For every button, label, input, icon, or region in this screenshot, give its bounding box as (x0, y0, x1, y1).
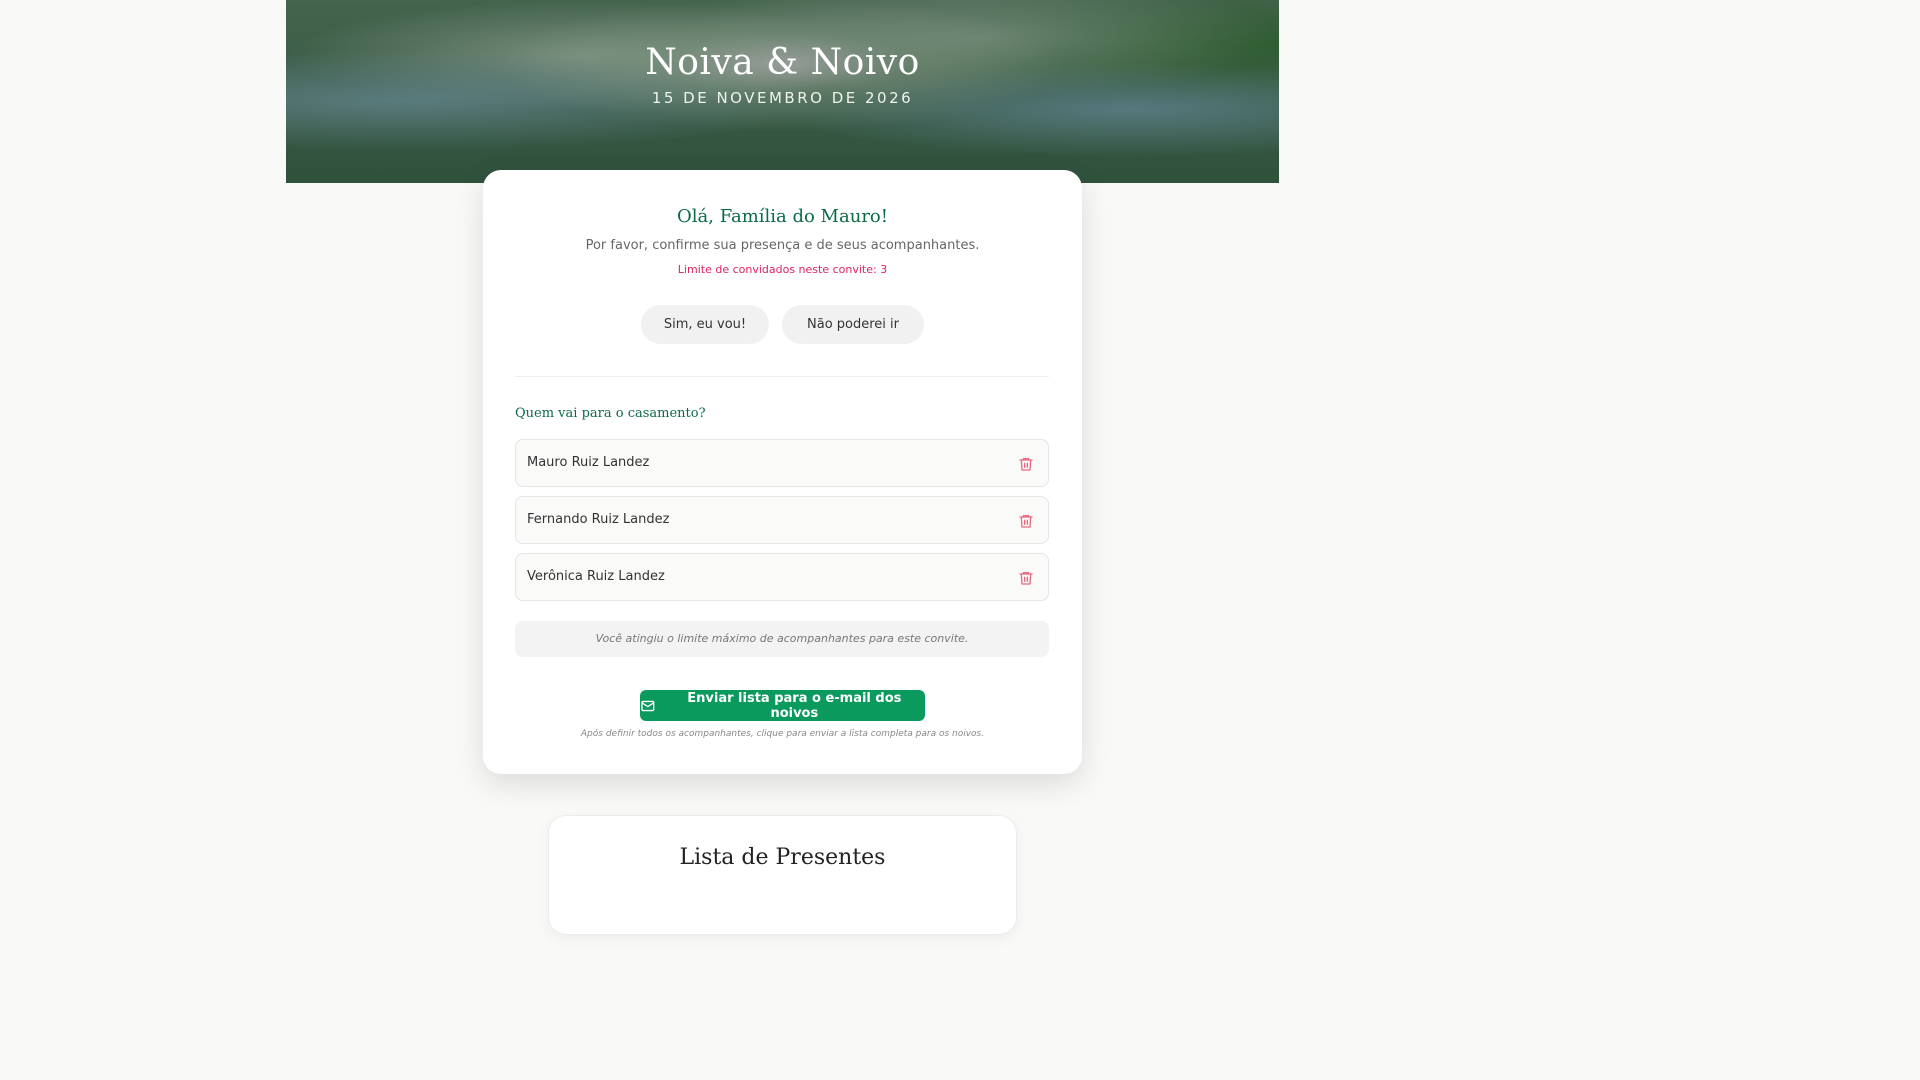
couple-title: Noiva & Noivo (645, 42, 920, 83)
rsvp-subtitle: Por favor, confirme sua presença e de se… (585, 238, 980, 253)
rsvp-card: Olá, Família do Mauro! Por favor, confir… (483, 170, 1082, 774)
send-list-button[interactable]: Enviar lista para o e-mail dos noivos (640, 690, 925, 721)
guest-limit-text: Limite de convidados neste convite: 3 (677, 263, 888, 276)
trash-icon[interactable] (1018, 570, 1034, 586)
guest-name: Verônica Ruiz Landez (527, 569, 665, 584)
guest-row: Fernando Ruiz Landez (515, 496, 1049, 544)
guest-name: Mauro Ruiz Landez (527, 455, 650, 470)
trash-icon[interactable] (1018, 513, 1034, 529)
trash-icon[interactable] (1018, 456, 1034, 472)
wedding-date: 15 DE NOVEMBRO DE 2026 (651, 89, 914, 107)
guest-name: Fernando Ruiz Landez (527, 512, 670, 527)
mail-icon (641, 700, 655, 711)
greeting-title: Olá, Família do Mauro! (677, 206, 888, 227)
send-hint: Após definir todos os acompanhantes, cli… (580, 729, 985, 739)
gift-list-card: Lista de Presentes (548, 815, 1017, 935)
guest-row: Mauro Ruiz Landez (515, 439, 1049, 487)
send-list-label: Enviar lista para o e-mail dos noivos (687, 690, 902, 721)
guest-row: Verônica Ruiz Landez (515, 553, 1049, 601)
guests-section-title: Quem vai para o casamento? (515, 406, 706, 421)
hero-text: Noiva & Noivo 15 DE NOVEMBRO DE 2026 (286, 42, 1279, 107)
attend-no-button[interactable]: Não poderei ir (782, 305, 924, 344)
gift-list-title: Lista de Presentes (679, 845, 886, 870)
page: Noiva & Noivo 15 DE NOVEMBRO DE 2026 Olá… (0, 0, 1567, 935)
limit-reached-note: Você atingiu o limite máximo de acompanh… (515, 621, 1049, 657)
hero-banner: Noiva & Noivo 15 DE NOVEMBRO DE 2026 (286, 0, 1279, 183)
attend-yes-button[interactable]: Sim, eu vou! (641, 305, 769, 344)
divider (515, 376, 1049, 377)
